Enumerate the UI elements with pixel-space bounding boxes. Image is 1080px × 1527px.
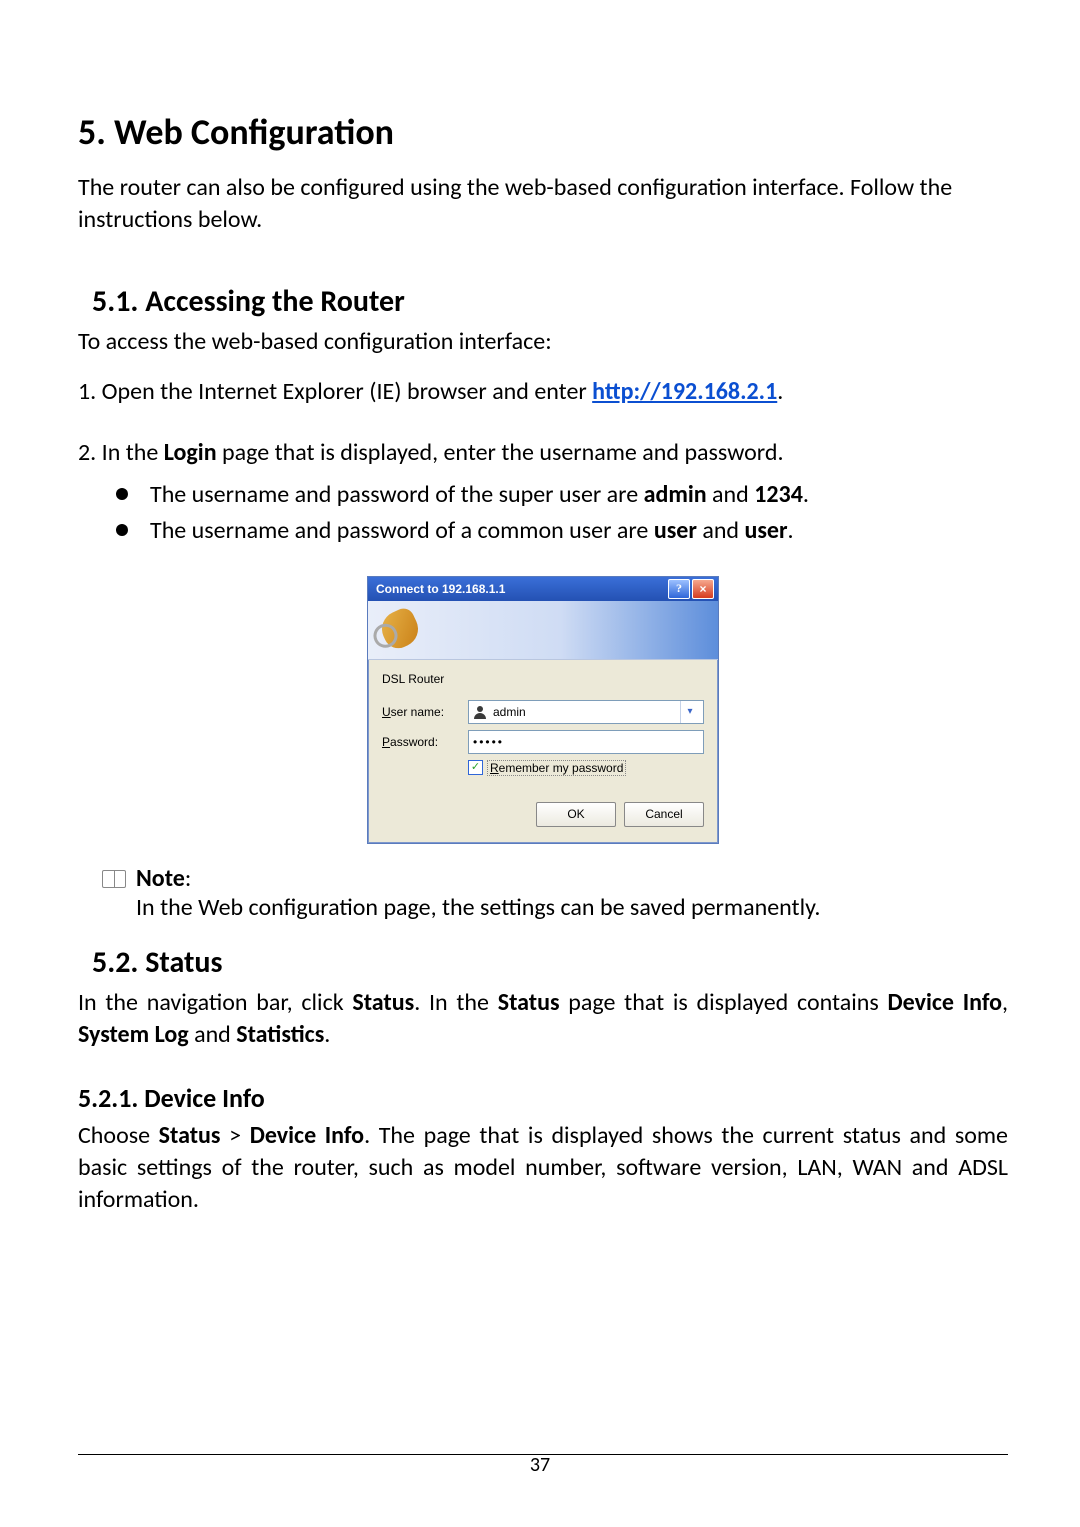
chevron-down-icon[interactable]: ▾	[680, 701, 699, 723]
section-heading: 5. Web Configuration	[78, 110, 1008, 154]
intro-text: The router can also be configured using …	[78, 172, 1008, 237]
book-icon	[102, 870, 126, 888]
help-button[interactable]: ?	[668, 579, 690, 599]
checkbox-icon: ✓	[468, 760, 483, 775]
username-value: admin	[493, 705, 680, 719]
footer-rule	[78, 1454, 1008, 1455]
password-label: Password:	[382, 735, 468, 749]
close-button[interactable]: ×	[692, 579, 714, 599]
keys-icon	[376, 605, 424, 653]
dialog-title: Connect to 192.168.1.1	[376, 582, 505, 596]
subsection-5-1: 5.1. Accessing the Router	[92, 283, 1008, 320]
subsection-5-2: 5.2. Status	[92, 944, 1008, 981]
password-field[interactable]: •••••	[468, 730, 704, 754]
dialog-header: DSL Router	[382, 672, 704, 686]
s521-text: Choose Status > Device Info. The page th…	[78, 1120, 1008, 1217]
subsection-5-2-1: 5.2.1. Device Info	[78, 1082, 1008, 1114]
note-block: Note: In the Web configuration page, the…	[102, 864, 1008, 922]
login-dialog: Connect to 192.168.1.1 ? × DSL Router Us…	[367, 576, 719, 844]
step-2: 2. In the Login page that is displayed, …	[78, 437, 1008, 469]
cancel-button[interactable]: Cancel	[624, 802, 704, 827]
s52-text: In the navigation bar, click Status. In …	[78, 987, 1008, 1052]
password-value: •••••	[473, 735, 504, 749]
dialog-titlebar: Connect to 192.168.1.1 ? ×	[368, 577, 718, 601]
note-text: In the Web configuration page, the setti…	[136, 893, 820, 922]
username-label: User name:	[382, 705, 468, 719]
username-field[interactable]: admin ▾	[468, 700, 704, 724]
remember-password-checkbox[interactable]: ✓ Remember my password	[468, 760, 704, 776]
ok-button[interactable]: OK	[536, 802, 616, 827]
bullet-superuser: The username and password of the super u…	[116, 479, 1008, 511]
bullet-commonuser: The username and password of a common us…	[116, 515, 1008, 547]
router-url-link[interactable]: http://192.168.2.1	[592, 377, 777, 406]
page-number: 37	[0, 1453, 1080, 1477]
dialog-banner	[368, 601, 718, 660]
s51-lead: To access the web-based configuration in…	[78, 326, 1008, 358]
person-icon	[473, 705, 487, 719]
step-1: 1. Open the Internet Explorer (IE) brows…	[78, 376, 1008, 408]
